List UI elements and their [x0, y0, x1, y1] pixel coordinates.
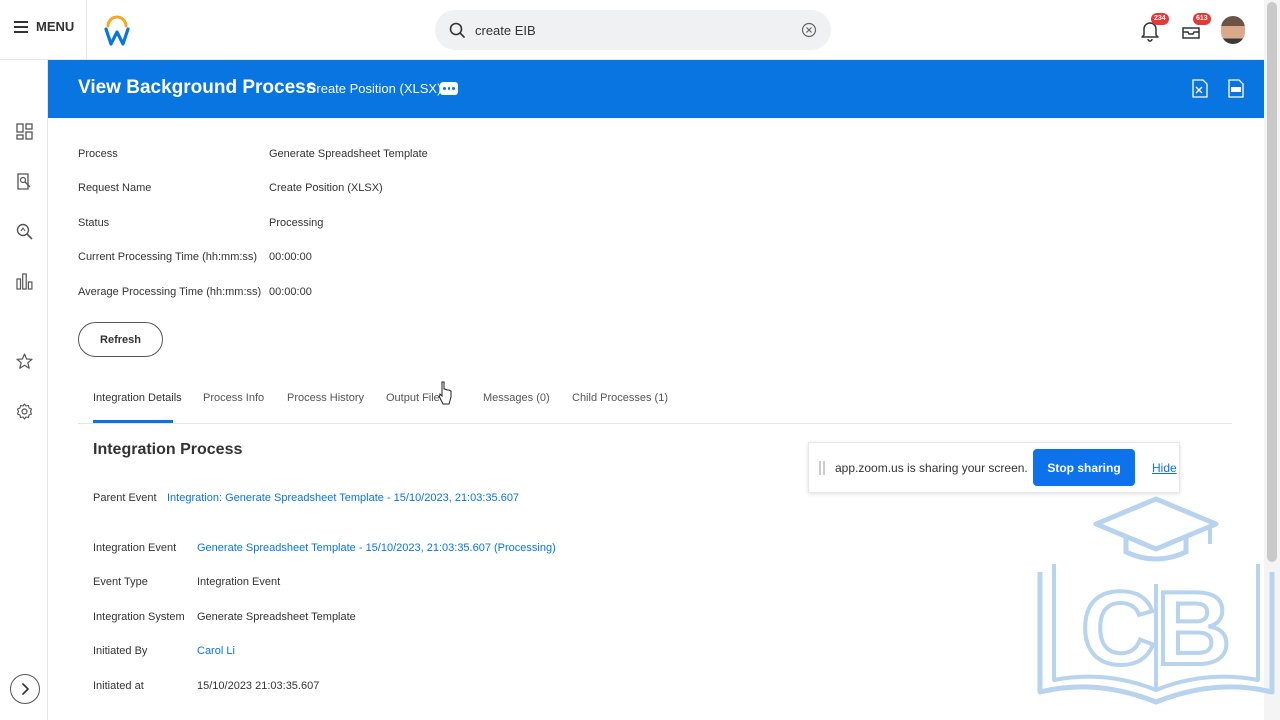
page-title: View Background Process	[78, 77, 317, 98]
tab-process-info[interactable]: Process Info	[203, 392, 264, 404]
notifications-badge: 234	[1151, 13, 1169, 25]
field-value-current-time: 00:00:00	[269, 251, 312, 263]
detail-label-integration-event: Integration Event	[93, 542, 177, 554]
hide-link[interactable]: Hide	[1152, 461, 1177, 475]
field-label-process: Process	[78, 148, 118, 160]
watermark-text: CB	[1081, 571, 1231, 687]
scrollbar-thumb[interactable]	[1267, 2, 1277, 562]
user-avatar[interactable]	[1221, 16, 1245, 44]
detail-value-event-type: Integration Event	[197, 576, 281, 588]
search-box[interactable]: create EIB	[435, 10, 831, 50]
parent-event-label: Parent Event	[93, 492, 157, 504]
menu-label: MENU	[36, 19, 75, 34]
settings-gear-icon[interactable]	[16, 403, 33, 420]
top-divider	[86, 0, 87, 60]
hamburger-icon	[14, 21, 28, 33]
detail-value-initiated-by[interactable]: Carol Li	[197, 645, 235, 657]
search-icon	[449, 22, 465, 38]
detail-label-initiated-by: Initiated By	[93, 645, 148, 657]
dashboard-icon[interactable]	[16, 123, 33, 140]
related-actions-button[interactable]	[440, 82, 458, 95]
detail-value-integration-system: Generate Spreadsheet Template	[197, 611, 356, 623]
workday-logo-icon[interactable]	[104, 14, 130, 46]
stop-sharing-button[interactable]: Stop sharing	[1033, 449, 1135, 486]
field-value-status: Processing	[269, 217, 324, 229]
chevron-right-icon	[22, 683, 29, 695]
tab-bar: Integration Details Process Info Process…	[78, 384, 1232, 424]
detail-label-initiated-at: Initiated at	[93, 680, 144, 692]
menu-button[interactable]: MENU	[14, 19, 74, 34]
field-value-request-name: Create Position (XLSX)	[269, 182, 383, 194]
expand-nav-button[interactable]	[10, 674, 40, 704]
parent-event-link[interactable]: Integration: Generate Spreadsheet Templa…	[167, 492, 519, 504]
search-input[interactable]: create EIB	[475, 23, 801, 38]
drag-handle-icon[interactable]	[819, 461, 825, 475]
tab-process-history[interactable]: Process History	[287, 392, 364, 404]
detail-value-initiated-at: 15/10/2023 21:03:35.607	[197, 680, 320, 692]
tab-messages[interactable]: Messages (0)	[483, 392, 550, 404]
clear-search-icon[interactable]	[801, 22, 817, 38]
inbox-badge: 613	[1193, 13, 1211, 25]
top-bar: MENU create EIB 234 613	[0, 0, 1264, 60]
field-value-average-time: 00:00:00	[269, 286, 312, 298]
page-subtitle: Create Position (XLSX)	[307, 81, 442, 96]
detail-value-integration-event[interactable]: Generate Spreadsheet Template - 15/10/20…	[197, 542, 556, 554]
analytics-bar-icon[interactable]	[16, 273, 33, 290]
report-search-icon[interactable]	[16, 173, 33, 190]
cb-watermark-logo-icon: CB	[1037, 496, 1275, 705]
search-insights-icon[interactable]	[16, 223, 33, 240]
integration-process-title: Integration Process	[93, 441, 243, 458]
detail-label-integration-system: Integration System	[93, 611, 185, 623]
field-label-status: Status	[78, 217, 110, 229]
tab-integration-details[interactable]: Integration Details	[93, 392, 182, 404]
tab-output-files[interactable]: Output Files	[386, 392, 445, 404]
refresh-button[interactable]: Refresh	[78, 322, 163, 357]
field-value-process: Generate Spreadsheet Template	[269, 148, 428, 160]
zoom-sharing-message: app.zoom.us is sharing your screen.	[835, 461, 1028, 475]
export-pdf-icon[interactable]	[1228, 79, 1244, 98]
favorites-star-icon[interactable]	[16, 353, 33, 370]
detail-label-event-type: Event Type	[93, 576, 148, 588]
mouse-cursor-icon	[439, 381, 452, 405]
active-tab-indicator	[93, 420, 173, 423]
field-label-request-name: Request Name	[78, 182, 152, 194]
export-excel-icon[interactable]	[1192, 79, 1208, 98]
page-header: View Background Process Create Position …	[48, 60, 1264, 118]
field-label-current-time: Current Processing Time (hh:mm:ss)	[78, 251, 258, 263]
tab-child-processes[interactable]: Child Processes (1)	[572, 392, 668, 404]
side-nav	[0, 60, 48, 720]
field-label-average-time: Average Processing Time (hh:mm:ss)	[78, 286, 262, 298]
zoom-sharing-bar: app.zoom.us is sharing your screen. Stop…	[808, 442, 1180, 493]
